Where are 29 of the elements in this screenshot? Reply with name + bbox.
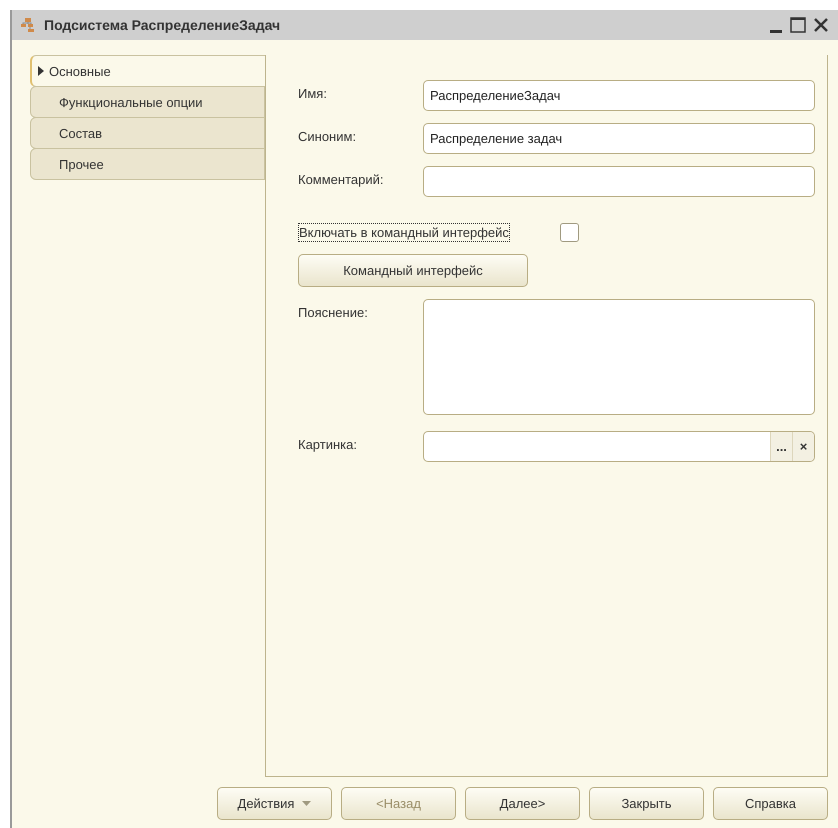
dialog-button[interactable]: Действия xyxy=(217,787,332,820)
pointer-icon xyxy=(38,66,44,76)
text-field[interactable]: Распределение задач xyxy=(423,123,815,154)
tab[interactable]: Прочее xyxy=(30,148,265,180)
explanation-field[interactable] xyxy=(423,299,815,415)
tab[interactable]: Основные xyxy=(30,55,265,87)
dialog-button[interactable]: Справка xyxy=(713,787,828,820)
text-field[interactable]: РаспределениеЗадач xyxy=(423,80,815,111)
checkbox[interactable] xyxy=(560,223,579,242)
maximize-icon[interactable] xyxy=(790,17,806,33)
field-label: Имя: xyxy=(298,85,328,101)
field-label: Синоним: xyxy=(298,128,358,144)
field-label: Картинка: xyxy=(298,436,358,452)
tab[interactable]: Функциональные опции xyxy=(30,86,265,118)
dialog-button[interactable]: Закрыть xyxy=(589,787,704,820)
checkbox-label: Включать в командный интерфейс xyxy=(298,223,510,242)
tab[interactable]: Состав xyxy=(30,117,265,149)
picture-field[interactable]: ... × xyxy=(423,431,815,462)
field-label: Пояснение: xyxy=(298,304,369,320)
window-title: Подсистема РаспределениеЗадач xyxy=(44,17,282,33)
text-field[interactable] xyxy=(423,166,815,197)
close-icon[interactable] xyxy=(814,18,828,32)
dropdown-icon xyxy=(302,801,312,806)
clear-button[interactable]: × xyxy=(792,432,814,461)
choose-button[interactable]: ... xyxy=(770,432,792,461)
hierarchy-icon xyxy=(20,17,36,33)
command-interface-button[interactable]: Командный интерфейс xyxy=(298,254,528,287)
field-label: Комментарий: xyxy=(298,171,384,187)
dialog-button[interactable]: Далее> xyxy=(465,787,580,820)
